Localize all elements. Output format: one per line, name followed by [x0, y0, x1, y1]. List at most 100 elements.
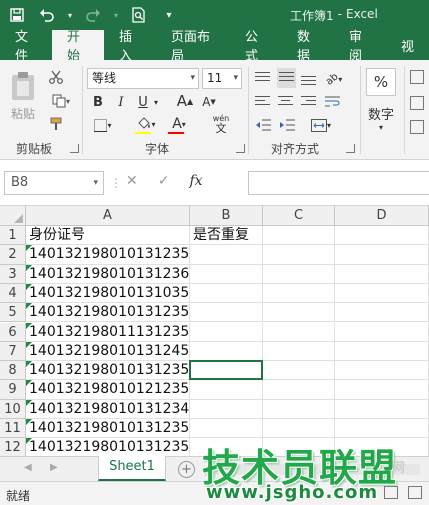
customize-qat-icon[interactable]: ▾ [158, 4, 180, 26]
shrink-font-button[interactable]: A ▼ [200, 93, 218, 111]
align-center-icon[interactable] [278, 96, 293, 108]
cell-d8[interactable] [335, 361, 429, 381]
cell-d6[interactable] [335, 322, 429, 342]
tab-view[interactable]: 视 [386, 30, 429, 60]
scroll-left-icon[interactable]: ◀ [24, 462, 32, 473]
font-color-button[interactable]: A ▾ [166, 114, 192, 134]
row-header[interactable]: 10 [0, 399, 26, 419]
underline-button[interactable]: U [135, 93, 151, 111]
cell-d1[interactable] [335, 226, 429, 246]
cell-d9[interactable] [335, 380, 429, 400]
row-header[interactable]: 1 [0, 226, 26, 246]
tab-home[interactable]: 开始 [52, 30, 104, 64]
cell-c5[interactable] [263, 303, 335, 323]
row-header[interactable]: 3 [0, 264, 26, 284]
tab-data[interactable]: 数据 [282, 30, 334, 64]
tab-page-layout[interactable]: 页面布局 [156, 30, 230, 64]
cut-button[interactable] [46, 68, 66, 86]
cancel-icon[interactable]: ✕ [126, 173, 138, 189]
number-group-button[interactable]: 数字 ▾ [366, 100, 396, 136]
tab-insert[interactable]: 插入 [104, 30, 156, 64]
scroll-right-icon[interactable]: ▶ [50, 462, 58, 473]
cell-a6[interactable]: 140132198011131235 [26, 322, 190, 342]
cell-a4[interactable]: 140132198010131035 [26, 283, 190, 304]
cell-d10[interactable] [335, 399, 429, 419]
phonetic-button[interactable]: wén 文 [208, 113, 234, 135]
align-middle-icon[interactable] [277, 68, 296, 88]
alignment-launcher-icon[interactable] [346, 144, 355, 153]
enter-icon[interactable]: ✓ [158, 173, 170, 189]
cell-b9[interactable] [190, 380, 263, 400]
orientation-button[interactable]: ab ▾ [321, 70, 347, 88]
wrap-text-button[interactable] [323, 92, 341, 110]
format-painter-button[interactable] [46, 115, 66, 133]
cell-a3[interactable]: 140132198010131236 [26, 264, 190, 284]
cell-c9[interactable] [263, 380, 335, 400]
italic-button[interactable]: I [113, 93, 129, 111]
conditional-format-icon[interactable] [410, 70, 424, 84]
row-header[interactable]: 4 [0, 283, 26, 304]
decrease-indent-button[interactable] [253, 116, 273, 134]
font-name-select[interactable]: 等线 ▾ [87, 68, 199, 89]
cell-d2[interactable] [335, 245, 429, 265]
column-header-d[interactable]: D [335, 206, 429, 226]
insert-function-icon[interactable]: fx [189, 173, 202, 189]
row-header[interactable]: 9 [0, 380, 26, 400]
chevron-down-icon[interactable]: ▾ [112, 4, 120, 26]
column-header-b[interactable]: B [190, 206, 263, 226]
row-header[interactable]: 12 [0, 438, 26, 458]
row-header[interactable]: 6 [0, 322, 26, 342]
copy-button[interactable]: ▾ [46, 92, 76, 110]
cell-c6[interactable] [263, 322, 335, 342]
tab-review[interactable]: 审阅 [334, 30, 386, 64]
cell-c4[interactable] [263, 283, 335, 304]
borders-button[interactable]: ▾ [90, 116, 116, 134]
normal-view-icon[interactable] [384, 486, 398, 499]
print-preview-icon[interactable] [128, 4, 150, 26]
cell-b12[interactable] [190, 438, 263, 458]
cell-b1[interactable]: 是否重复 [190, 226, 263, 246]
chevron-down-icon[interactable]: ▾ [152, 93, 160, 111]
align-left-icon[interactable] [255, 96, 270, 108]
cell-c12[interactable] [263, 438, 335, 458]
column-header-a[interactable]: A [26, 206, 190, 226]
page-layout-view-icon[interactable] [408, 486, 422, 499]
name-box[interactable]: B8 ▾ [4, 171, 104, 195]
chevron-down-icon[interactable]: ▾ [66, 4, 74, 26]
cell-c10[interactable] [263, 399, 335, 419]
row-header[interactable]: 11 [0, 419, 26, 439]
cell-c1[interactable] [263, 226, 335, 246]
cell-c8[interactable] [263, 361, 335, 381]
cell-a2[interactable]: 140132198010131235 [26, 245, 190, 265]
cell-a9[interactable]: 140132198010121235 [26, 380, 190, 400]
select-all-button[interactable] [0, 206, 26, 226]
cell-c3[interactable] [263, 264, 335, 284]
cell-a11[interactable]: 140132198010131235 [26, 419, 190, 439]
align-bottom-icon[interactable] [301, 76, 316, 88]
cell-d5[interactable] [335, 303, 429, 323]
cell-d4[interactable] [335, 283, 429, 304]
increase-indent-button[interactable] [277, 116, 297, 134]
cell-a1[interactable]: 身份证号 [26, 226, 190, 246]
cell-b6[interactable] [190, 322, 263, 342]
cell-b5[interactable] [190, 303, 263, 323]
format-table-icon[interactable] [410, 96, 424, 110]
align-top-icon[interactable] [255, 72, 270, 84]
column-header-c[interactable]: C [263, 206, 335, 226]
cell-b7[interactable] [190, 341, 263, 362]
undo-icon[interactable] [36, 4, 58, 26]
row-header[interactable]: 2 [0, 245, 26, 265]
bold-button[interactable]: B [90, 93, 106, 111]
cell-c11[interactable] [263, 419, 335, 439]
cell-c7[interactable] [263, 341, 335, 362]
horizontal-scrollbar[interactable] [210, 464, 420, 475]
cell-a7[interactable]: 140132198010131245 [26, 341, 190, 362]
cell-a8[interactable]: 140132198010131235 [26, 361, 190, 381]
cell-b2[interactable] [190, 245, 263, 265]
cell-c2[interactable] [263, 245, 335, 265]
grow-font-button[interactable]: A ▲ [176, 91, 194, 111]
cell-b11[interactable] [190, 419, 263, 439]
clipboard-launcher-icon[interactable] [70, 144, 79, 153]
row-header[interactable]: 8 [0, 361, 26, 381]
cell-b3[interactable] [190, 264, 263, 284]
